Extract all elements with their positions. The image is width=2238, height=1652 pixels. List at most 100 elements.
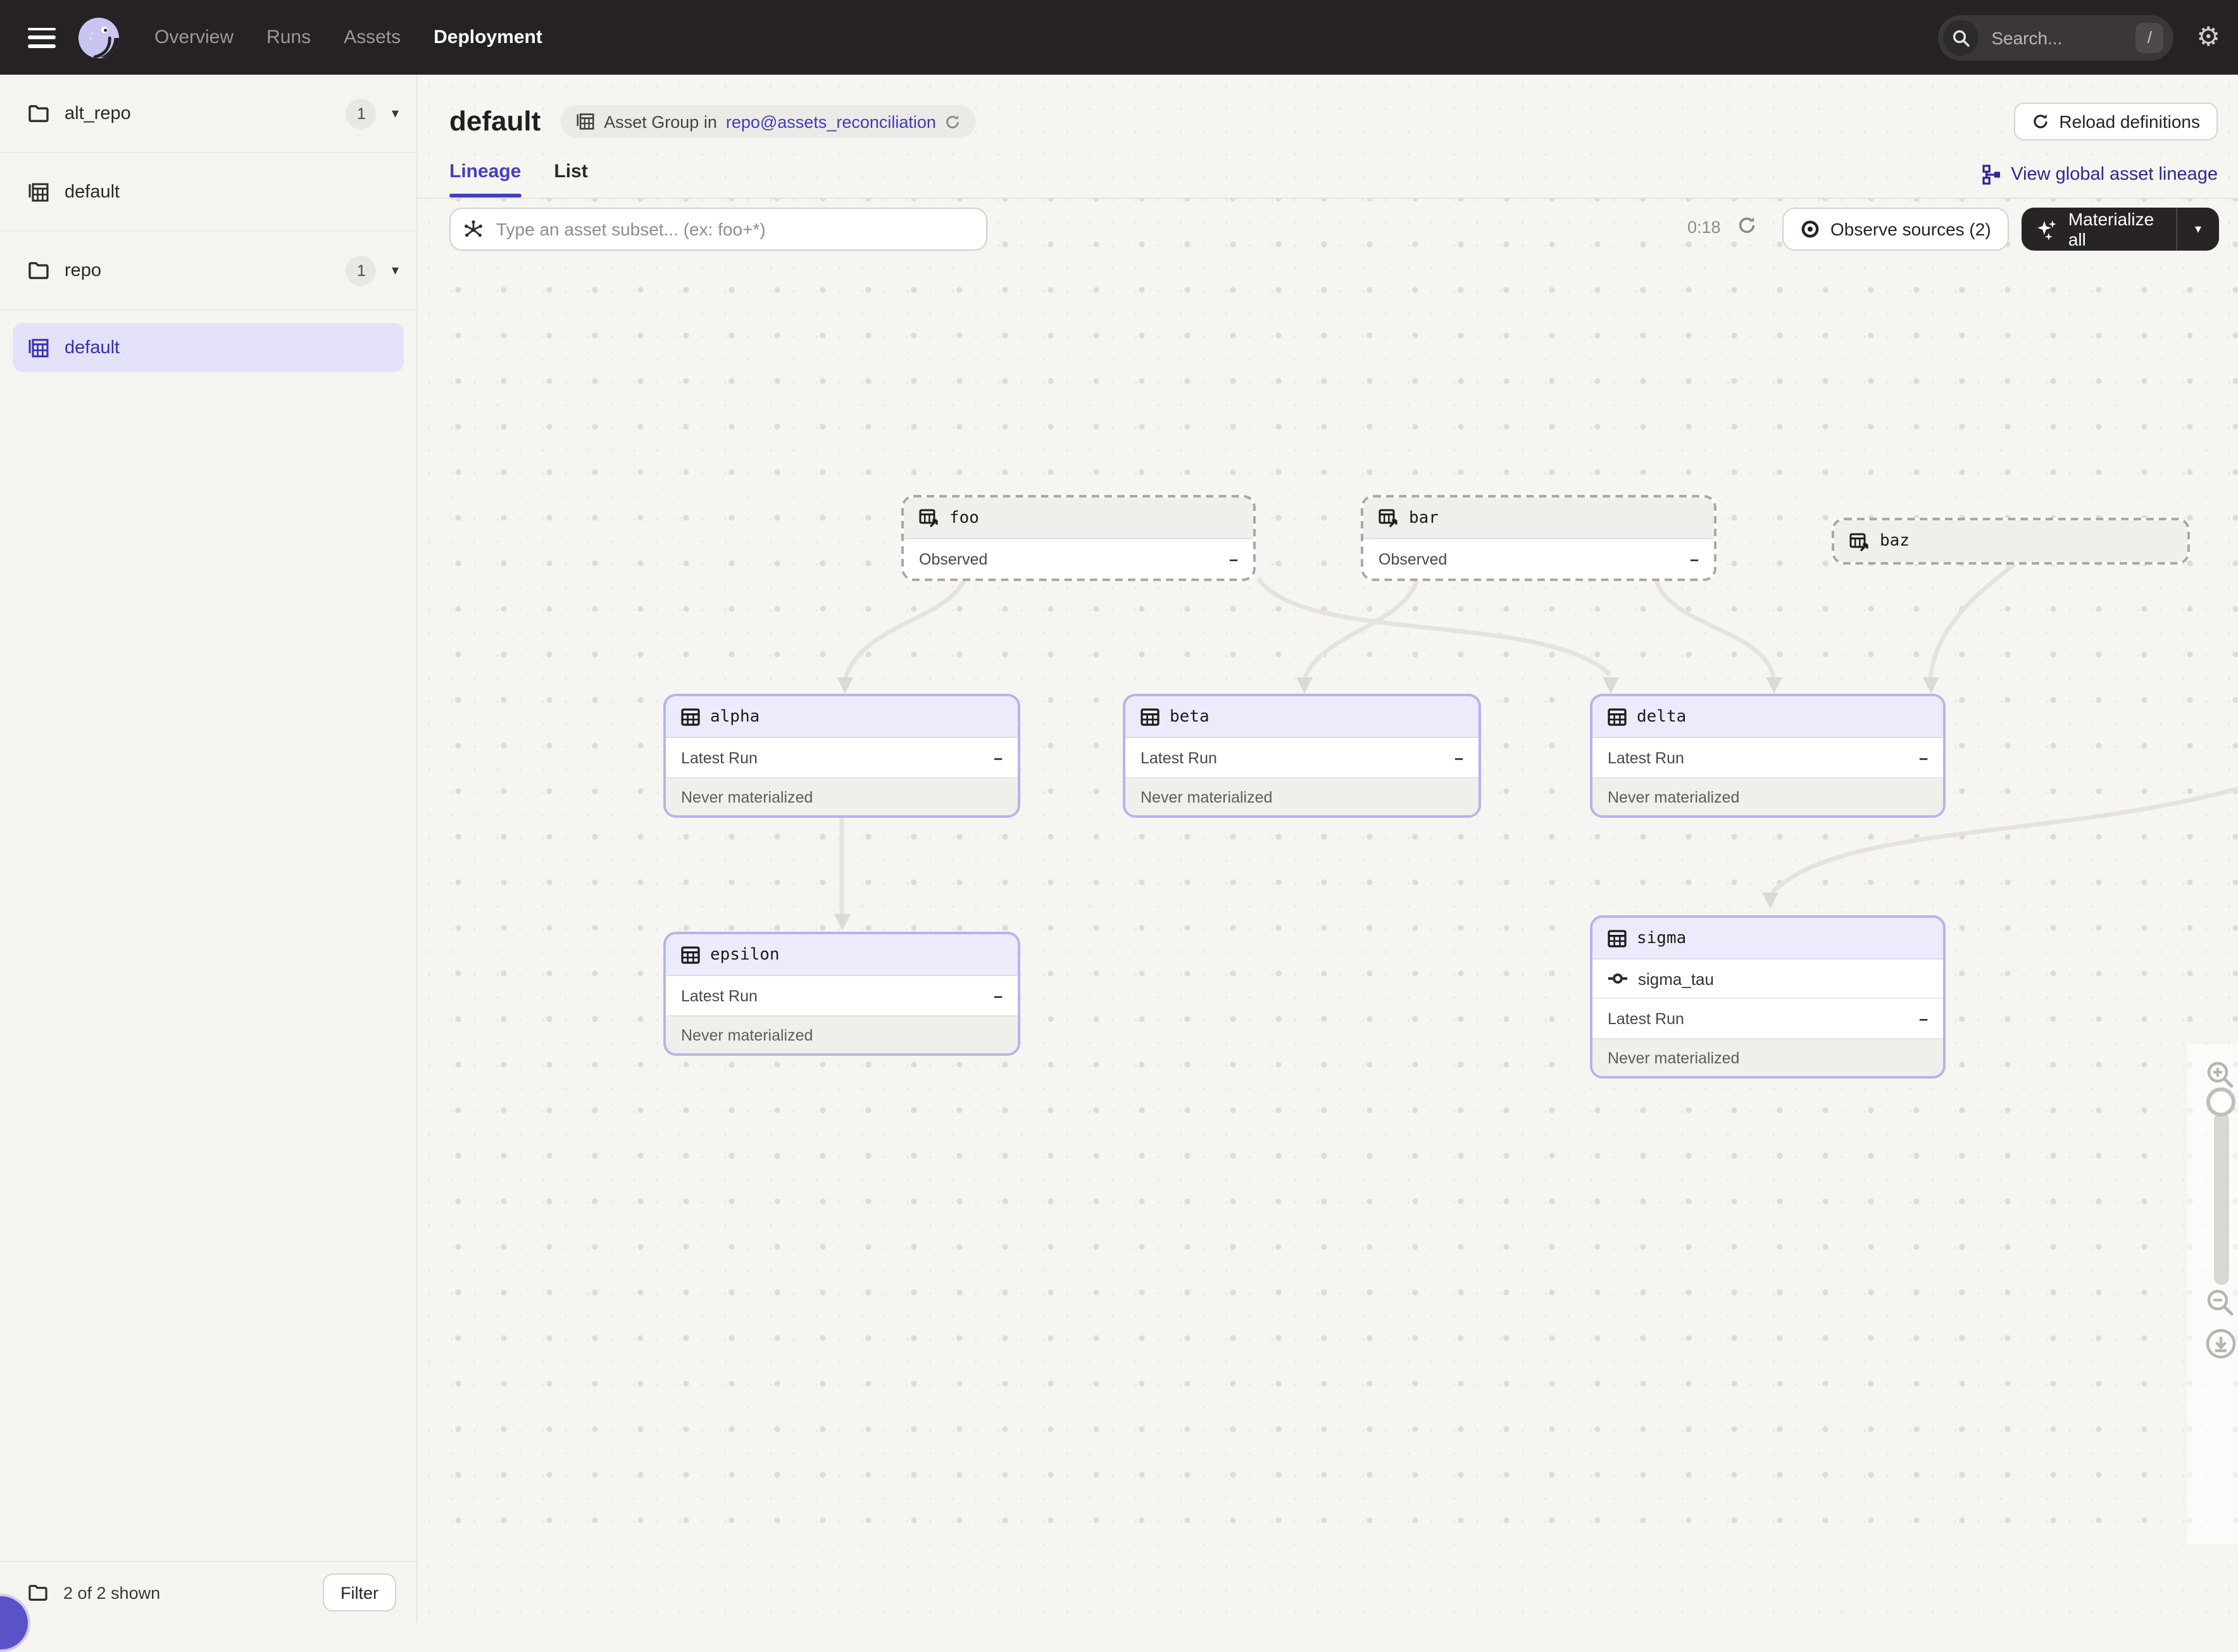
asset-subset-input-box[interactable] bbox=[449, 208, 987, 251]
reload-definitions-label: Reload definitions bbox=[2059, 111, 2200, 132]
refresh-icon[interactable] bbox=[1737, 215, 1757, 235]
latest-run-value: – bbox=[1919, 1010, 1928, 1027]
asset-subset-input[interactable] bbox=[494, 218, 973, 241]
page-header: default Asset Group in repo@assets_recon… bbox=[418, 75, 2238, 141]
asset-name: beta bbox=[1170, 707, 1210, 726]
lineage-icon bbox=[1982, 165, 2001, 185]
tab-lineage[interactable]: Lineage bbox=[449, 161, 521, 197]
observe-sources-button[interactable]: Observe sources (2) bbox=[1782, 208, 2009, 251]
asset-node-sigma[interactable]: sigma sigma_tau Latest Run– Never materi… bbox=[1590, 915, 1946, 1079]
asset-name: baz bbox=[1880, 532, 1910, 551]
source-asset-icon bbox=[1849, 531, 1870, 551]
asset-group-icon bbox=[576, 113, 595, 130]
search-box[interactable]: / bbox=[1938, 15, 2173, 60]
asset-check-row[interactable]: sigma_tau bbox=[1592, 960, 1943, 999]
asset-name: bar bbox=[1409, 508, 1439, 527]
asset-group-icon bbox=[28, 337, 49, 358]
menu-icon[interactable] bbox=[28, 27, 56, 47]
tab-list[interactable]: List bbox=[554, 161, 587, 197]
asset-node-epsilon[interactable]: epsilon Latest Run – Never materialized bbox=[663, 932, 1020, 1056]
global-link-label: View global asset lineage bbox=[2011, 165, 2218, 185]
observe-icon bbox=[1800, 219, 1820, 239]
materialize-dropdown-caret[interactable]: ▾ bbox=[2176, 208, 2219, 251]
download-image-icon[interactable] bbox=[2205, 1328, 2237, 1360]
observed-value: – bbox=[1690, 550, 1699, 568]
zoom-out-icon[interactable] bbox=[2205, 1287, 2235, 1318]
nav-item-runs[interactable]: Runs bbox=[266, 27, 311, 48]
materialization-status: Never materialized bbox=[666, 777, 1018, 815]
asset-node-baz[interactable]: baz bbox=[1832, 518, 2190, 565]
search-icon bbox=[1943, 20, 1979, 55]
search-input[interactable] bbox=[1989, 26, 2135, 49]
materialization-status: Never materialized bbox=[1125, 777, 1478, 815]
zoom-in-icon[interactable] bbox=[2205, 1060, 2235, 1090]
asset-node-bar[interactable]: bar Observed – bbox=[1361, 495, 1716, 581]
zoom-slider-track[interactable] bbox=[2214, 1113, 2229, 1285]
latest-run-label: Latest Run bbox=[1141, 749, 1217, 767]
sidebar-item-label: alt_repo bbox=[65, 103, 131, 123]
sidebar-item-alt-repo[interactable]: alt_repo 1 ▾ bbox=[0, 75, 416, 153]
asset-check-label: sigma_tau bbox=[1638, 969, 1714, 988]
sidebar-item-repo[interactable]: repo 1 ▾ bbox=[0, 232, 416, 310]
latest-run-label: Latest Run bbox=[1608, 749, 1684, 767]
shown-count-label: 2 of 2 shown bbox=[63, 1583, 160, 1602]
observed-label: Observed bbox=[1378, 550, 1447, 568]
asset-count-badge: 1 bbox=[346, 255, 377, 285]
folder-icon bbox=[28, 104, 49, 123]
latest-run-label: Latest Run bbox=[681, 987, 758, 1004]
asset-node-delta[interactable]: delta Latest Run – Never materialized bbox=[1590, 694, 1946, 818]
latest-run-value: – bbox=[1919, 749, 1928, 767]
lineage-edges bbox=[418, 199, 2238, 1544]
repo-link[interactable]: repo@assets_reconciliation bbox=[726, 112, 936, 131]
folder-icon bbox=[28, 261, 49, 280]
asset-node-foo[interactable]: foo Observed – bbox=[901, 495, 1256, 581]
chevron-down-icon[interactable]: ▾ bbox=[392, 105, 399, 122]
table-asset-icon bbox=[1141, 707, 1160, 726]
latest-run-value: – bbox=[994, 749, 1003, 767]
sidebar-item-default-group[interactable]: default bbox=[0, 153, 416, 232]
nav-item-deployment[interactable]: Deployment bbox=[434, 27, 542, 48]
chevron-down-icon[interactable]: ▾ bbox=[392, 262, 399, 278]
asset-check-icon bbox=[1608, 968, 1628, 989]
materialize-all-label: Materialize all bbox=[2068, 209, 2176, 249]
materialize-all-button[interactable]: Materialize all ▾ bbox=[2022, 208, 2219, 251]
asset-count-badge: 1 bbox=[346, 98, 377, 128]
sidebar-item-default-selected[interactable]: default bbox=[13, 323, 404, 372]
sidebar: alt_repo 1 ▾ default repo 1 ▾ default bbox=[0, 75, 418, 1623]
asset-node-alpha[interactable]: alpha Latest Run– Never materialized bbox=[663, 694, 1020, 818]
sidebar-item-label: default bbox=[65, 182, 120, 202]
asset-name: foo bbox=[949, 508, 979, 527]
materialization-status: Never materialized bbox=[666, 1015, 1018, 1053]
materialization-status: Never materialized bbox=[1592, 777, 1943, 815]
refresh-timer: 0:18 bbox=[1687, 218, 1721, 237]
table-asset-icon bbox=[681, 945, 700, 964]
sparkle-icon bbox=[2037, 218, 2058, 240]
filter-button[interactable]: Filter bbox=[323, 1574, 396, 1611]
table-asset-icon bbox=[681, 707, 700, 726]
observed-label: Observed bbox=[919, 550, 987, 568]
asset-node-beta[interactable]: beta Latest Run– Never materialized bbox=[1123, 694, 1481, 818]
reload-definitions-button[interactable]: Reload definitions bbox=[2013, 103, 2218, 141]
asset-graph-canvas[interactable]: 0:18 Observe sources (2) bbox=[418, 199, 2238, 1544]
asset-name: epsilon bbox=[710, 945, 780, 964]
observed-value: – bbox=[1229, 550, 1238, 568]
nav-item-overview[interactable]: Overview bbox=[154, 27, 234, 48]
view-global-asset-lineage-link[interactable]: View global asset lineage bbox=[1982, 165, 2218, 197]
sidebar-item-label: default bbox=[65, 337, 120, 358]
asset-name: sigma bbox=[1637, 929, 1686, 948]
latest-run-value: – bbox=[994, 987, 1003, 1004]
reload-icon bbox=[2031, 113, 2049, 130]
top-nav: Overview Runs Assets Deployment / ⚙ bbox=[0, 0, 2238, 75]
folder-icon bbox=[28, 1584, 48, 1601]
nav-item-assets[interactable]: Assets bbox=[344, 27, 401, 48]
zoom-slider-knob[interactable] bbox=[2206, 1087, 2235, 1117]
materialization-status: Never materialized bbox=[1592, 1038, 1943, 1076]
asset-name: delta bbox=[1637, 707, 1686, 726]
gear-icon[interactable]: ⚙ bbox=[2196, 24, 2220, 51]
source-asset-icon bbox=[1378, 508, 1399, 528]
main-panel: default Asset Group in repo@assets_recon… bbox=[418, 75, 2238, 1623]
observe-sources-label: Observe sources (2) bbox=[1830, 219, 1991, 239]
dagster-logo-icon[interactable] bbox=[78, 17, 119, 58]
reload-icon[interactable] bbox=[945, 113, 961, 130]
nav-links: Overview Runs Assets Deployment bbox=[154, 27, 542, 48]
